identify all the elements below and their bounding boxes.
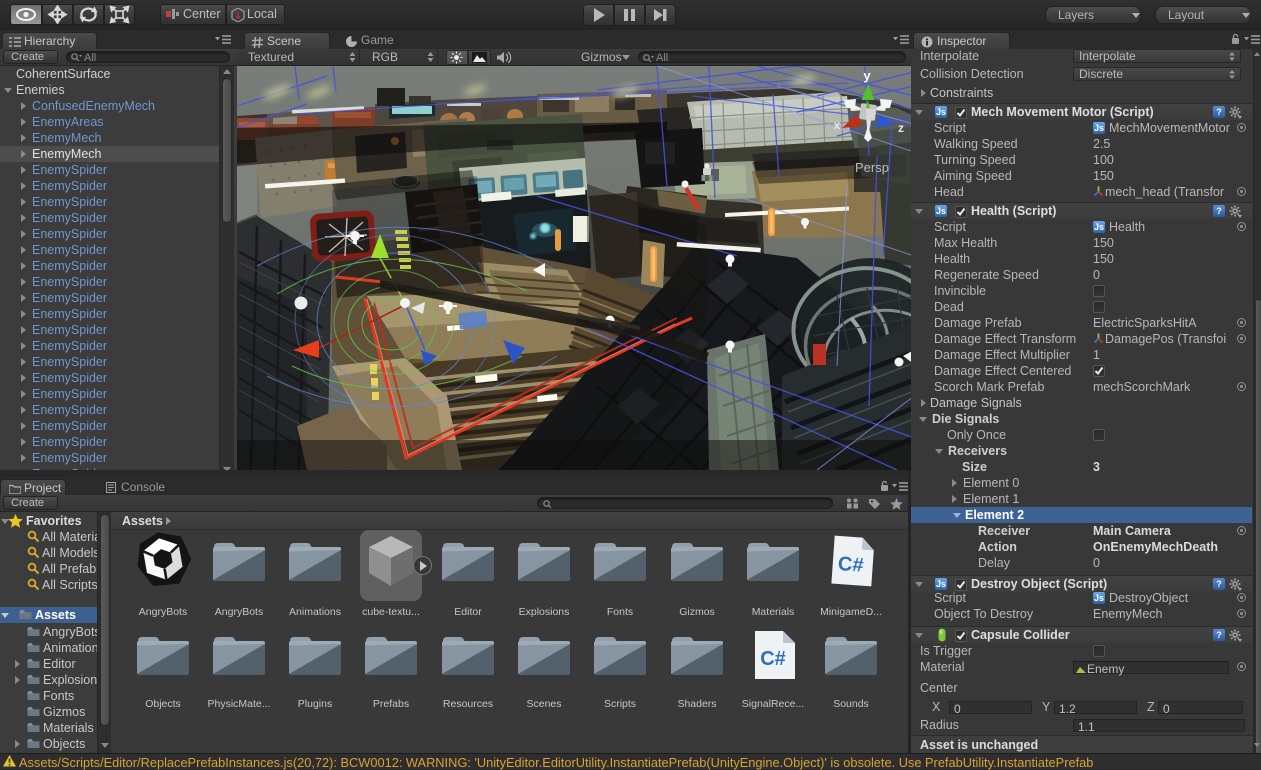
svg-text:Persp: Persp [855,160,889,175]
svg-text:C#: C# [837,553,864,577]
svg-text:y: y [863,68,871,83]
svg-text:x: x [834,118,841,132]
svg-text:z: z [898,121,904,135]
svg-text:C#: C# [760,648,786,670]
